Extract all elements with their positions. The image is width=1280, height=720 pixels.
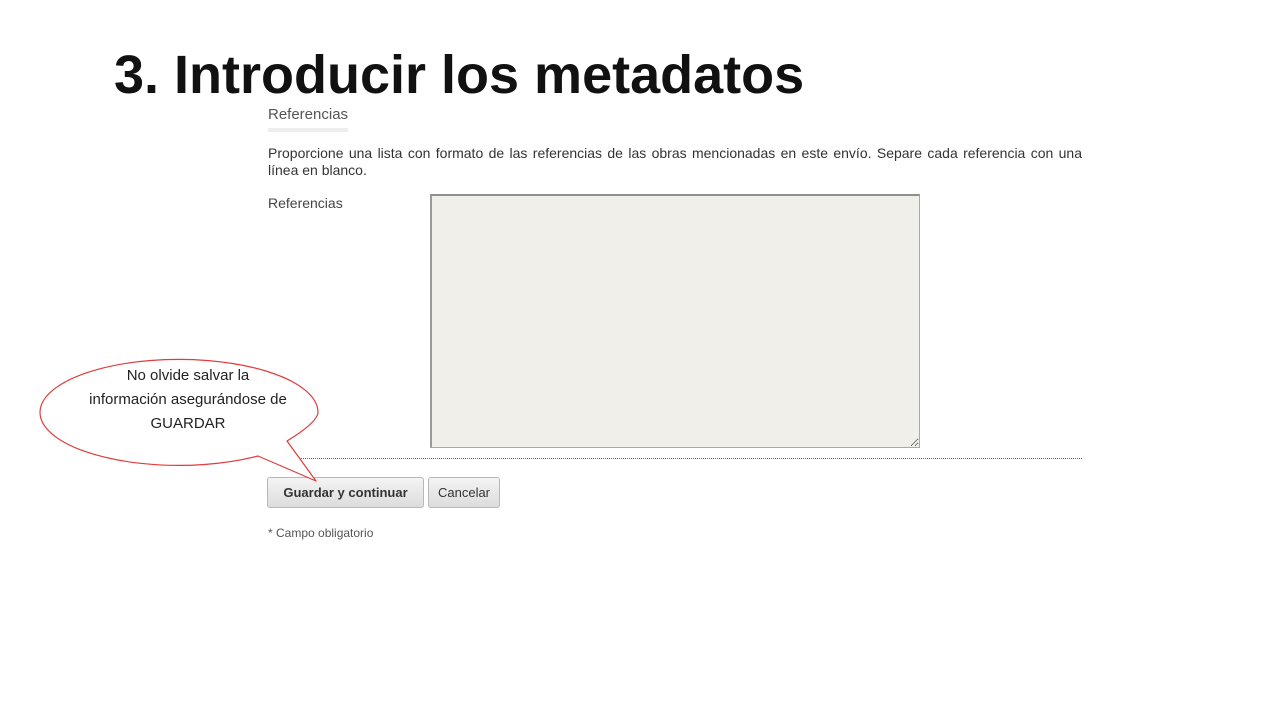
references-field-label: Referencias: [268, 195, 343, 211]
required-field-note: * Campo obligatorio: [268, 526, 374, 540]
slide-title: 3. Introducir los metadatos: [114, 45, 805, 105]
save-and-continue-button[interactable]: Guardar y continuar: [267, 477, 424, 508]
cancel-button[interactable]: Cancelar: [428, 477, 500, 508]
form-divider: [268, 458, 1082, 459]
references-instructions: Proporcione una lista con formato de las…: [268, 145, 1082, 178]
references-textarea[interactable]: [430, 194, 920, 448]
section-heading: Referencias: [268, 106, 349, 132]
callout-text: No olvide salvar la información asegurán…: [89, 367, 287, 432]
